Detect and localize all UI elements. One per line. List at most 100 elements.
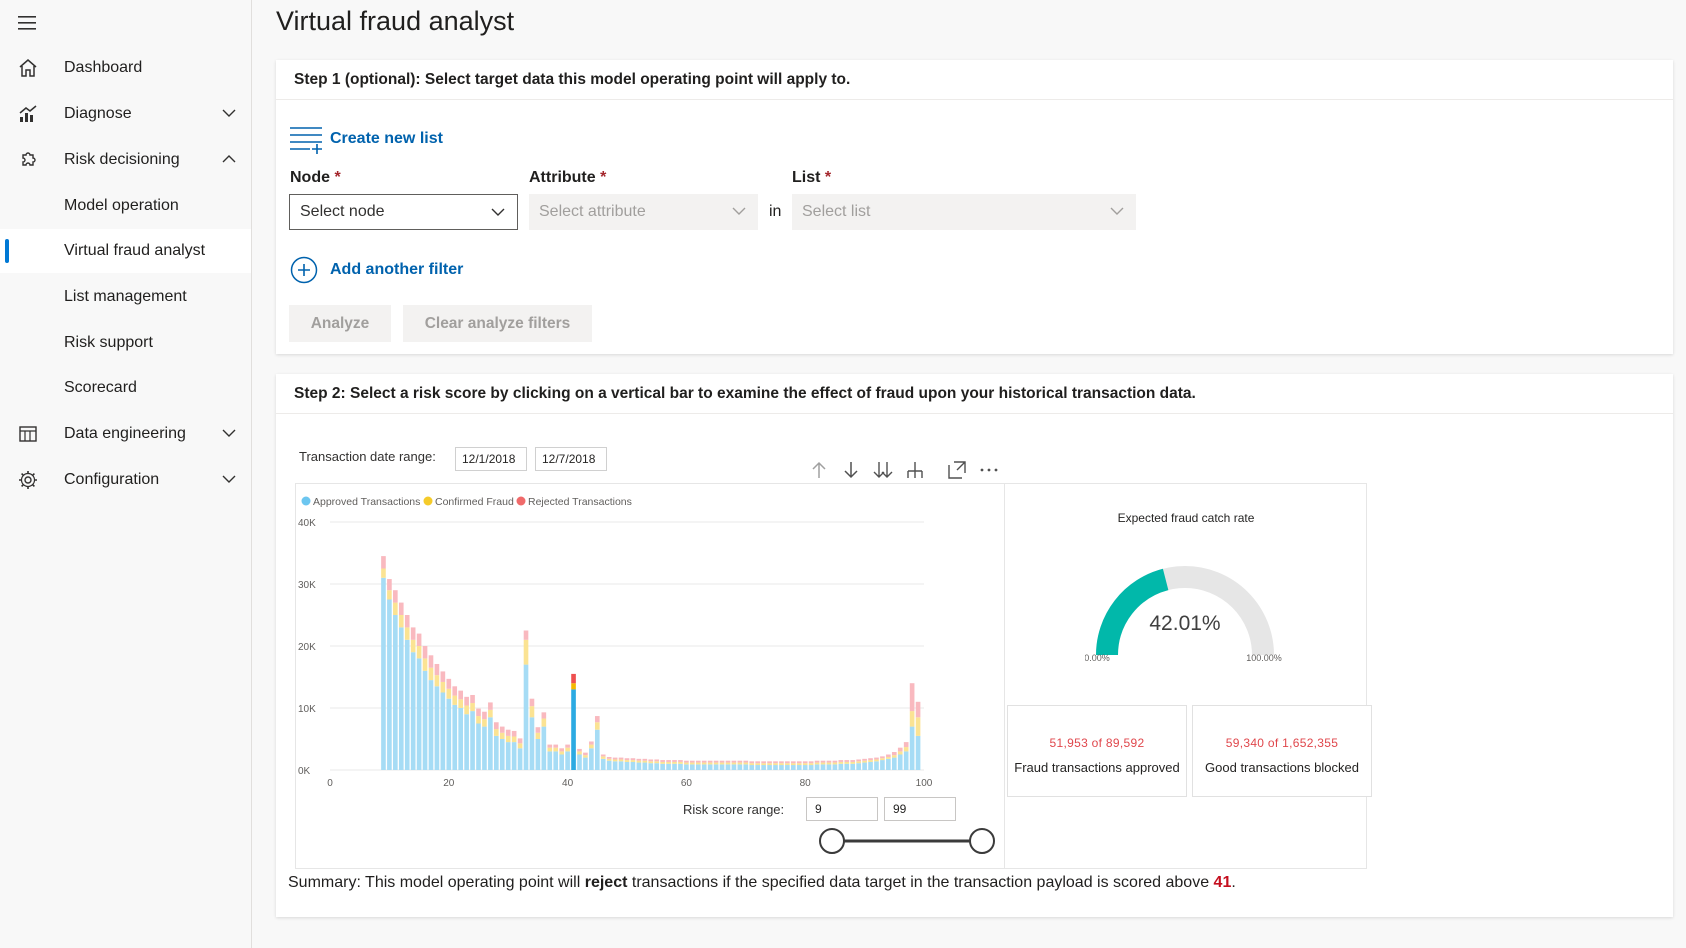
bar-rejected[interactable] (672, 760, 677, 762)
bar-approved[interactable] (862, 762, 867, 770)
risk-score-histogram[interactable]: Approved Transactions Confirmed Fraud Re… (296, 484, 1004, 794)
bar-rejected[interactable] (488, 702, 493, 710)
bar-approved[interactable] (755, 765, 760, 770)
bar-rejected[interactable] (624, 758, 630, 761)
bar-rejected[interactable] (416, 633, 422, 646)
bar-rejected[interactable] (618, 757, 624, 760)
bar-approved[interactable] (743, 764, 749, 770)
bar-rejected[interactable] (719, 760, 725, 763)
slider-max-handle[interactable] (969, 828, 995, 854)
bar-fraud[interactable] (476, 716, 481, 724)
node-dropdown[interactable]: Select node (289, 194, 518, 230)
bar-rejected[interactable] (559, 748, 564, 752)
bar-approved[interactable] (749, 765, 755, 770)
bar-fraud[interactable] (398, 615, 404, 628)
bar-approved[interactable] (577, 754, 582, 771)
bar-approved[interactable] (785, 765, 790, 770)
bar-approved[interactable] (678, 763, 683, 770)
bar-approved[interactable] (725, 764, 731, 770)
bar-fraud[interactable] (440, 681, 446, 693)
bar-approved[interactable] (832, 764, 838, 770)
bar-rejected[interactable] (802, 761, 808, 764)
bar-rejected[interactable] (511, 730, 517, 737)
bar-approved[interactable] (422, 670, 428, 770)
bar-rejected[interactable] (381, 556, 386, 569)
bar-approved[interactable] (393, 615, 398, 770)
bar-approved[interactable] (648, 763, 654, 770)
bar-fraud[interactable] (773, 763, 778, 766)
bar-fraud[interactable] (672, 761, 677, 764)
bar-fraud[interactable] (381, 568, 386, 578)
bar-fraud[interactable] (482, 719, 487, 727)
bar-approved[interactable] (773, 765, 778, 770)
bar-approved[interactable] (915, 735, 921, 770)
bar-fraud[interactable] (737, 762, 743, 765)
bar-approved[interactable] (494, 735, 499, 770)
bar-approved[interactable] (398, 627, 404, 770)
bar-fraud[interactable] (600, 756, 606, 759)
bar-fraud[interactable] (624, 760, 630, 762)
bar-approved[interactable] (903, 751, 909, 770)
bar-approved[interactable] (446, 698, 452, 770)
bar-fraud[interactable] (517, 743, 523, 749)
bar-approved[interactable] (458, 708, 463, 770)
bar-fraud[interactable] (814, 762, 820, 765)
bar-approved[interactable] (541, 726, 547, 770)
bar-fraud[interactable] (725, 762, 731, 765)
bar-approved[interactable] (909, 726, 915, 770)
bar-rejected[interactable] (547, 744, 553, 748)
bar-rejected[interactable] (814, 760, 820, 763)
bar-rejected[interactable] (850, 760, 856, 762)
chevron-up-icon[interactable] (221, 153, 237, 165)
bar-approved[interactable] (624, 761, 630, 770)
bar-fraud[interactable] (488, 709, 493, 718)
bar-fraud[interactable] (642, 760, 648, 763)
bar-approved[interactable] (868, 761, 873, 770)
bar-fraud[interactable] (701, 762, 707, 765)
bar-rejected[interactable] (695, 760, 701, 763)
risk-min-input[interactable]: 9 (806, 797, 878, 821)
date-end-input[interactable]: 12/7/2018 (535, 447, 607, 471)
bar-approved[interactable] (684, 764, 689, 770)
bar-fraud[interactable] (690, 762, 695, 765)
bar-fraud[interactable] (618, 759, 624, 762)
bar-approved[interactable] (660, 763, 665, 770)
bar-rejected[interactable] (482, 711, 487, 720)
risk-score-slider[interactable] (816, 826, 998, 856)
bar-rejected[interactable] (862, 758, 867, 761)
bar-rejected[interactable] (773, 761, 778, 764)
bar-rejected[interactable] (678, 760, 683, 762)
bar-fraud[interactable] (612, 759, 618, 762)
bar-rejected[interactable] (535, 727, 541, 733)
bar-approved[interactable] (565, 751, 570, 770)
bar-rejected[interactable] (452, 686, 458, 696)
bar-approved[interactable] (731, 764, 737, 770)
bar-approved[interactable] (434, 686, 440, 770)
bar-approved[interactable] (636, 762, 642, 770)
bar-approved[interactable] (880, 760, 885, 770)
slider-min-handle[interactable] (819, 828, 845, 854)
bar-approved[interactable] (547, 751, 553, 770)
bar-fraud[interactable] (422, 658, 428, 671)
bar-rejected[interactable] (767, 761, 772, 764)
expand-hierarchy-icon[interactable] (904, 459, 926, 481)
bar-fraud[interactable] (577, 751, 582, 755)
analyze-button[interactable]: Analyze (289, 305, 391, 342)
bar-approved[interactable] (713, 764, 719, 770)
bar-rejected[interactable] (583, 752, 588, 756)
bar-fraud[interactable] (749, 763, 755, 766)
bar-fraud[interactable] (796, 763, 802, 766)
bar-rejected[interactable] (630, 758, 636, 761)
bar-approved[interactable] (666, 763, 671, 770)
bar-rejected[interactable] (494, 722, 499, 730)
bar-rejected[interactable] (470, 694, 475, 704)
bar-fraud[interactable] (791, 763, 796, 766)
bar-approved[interactable] (672, 763, 677, 770)
bar-rejected[interactable] (541, 712, 547, 719)
chevron-down-icon[interactable] (221, 473, 237, 485)
bar-rejected[interactable] (737, 760, 743, 763)
bar-fraud[interactable] (808, 763, 814, 766)
bar-rejected[interactable] (654, 759, 660, 762)
bar-fraud[interactable] (547, 747, 553, 752)
bar-rejected[interactable] (808, 761, 814, 764)
